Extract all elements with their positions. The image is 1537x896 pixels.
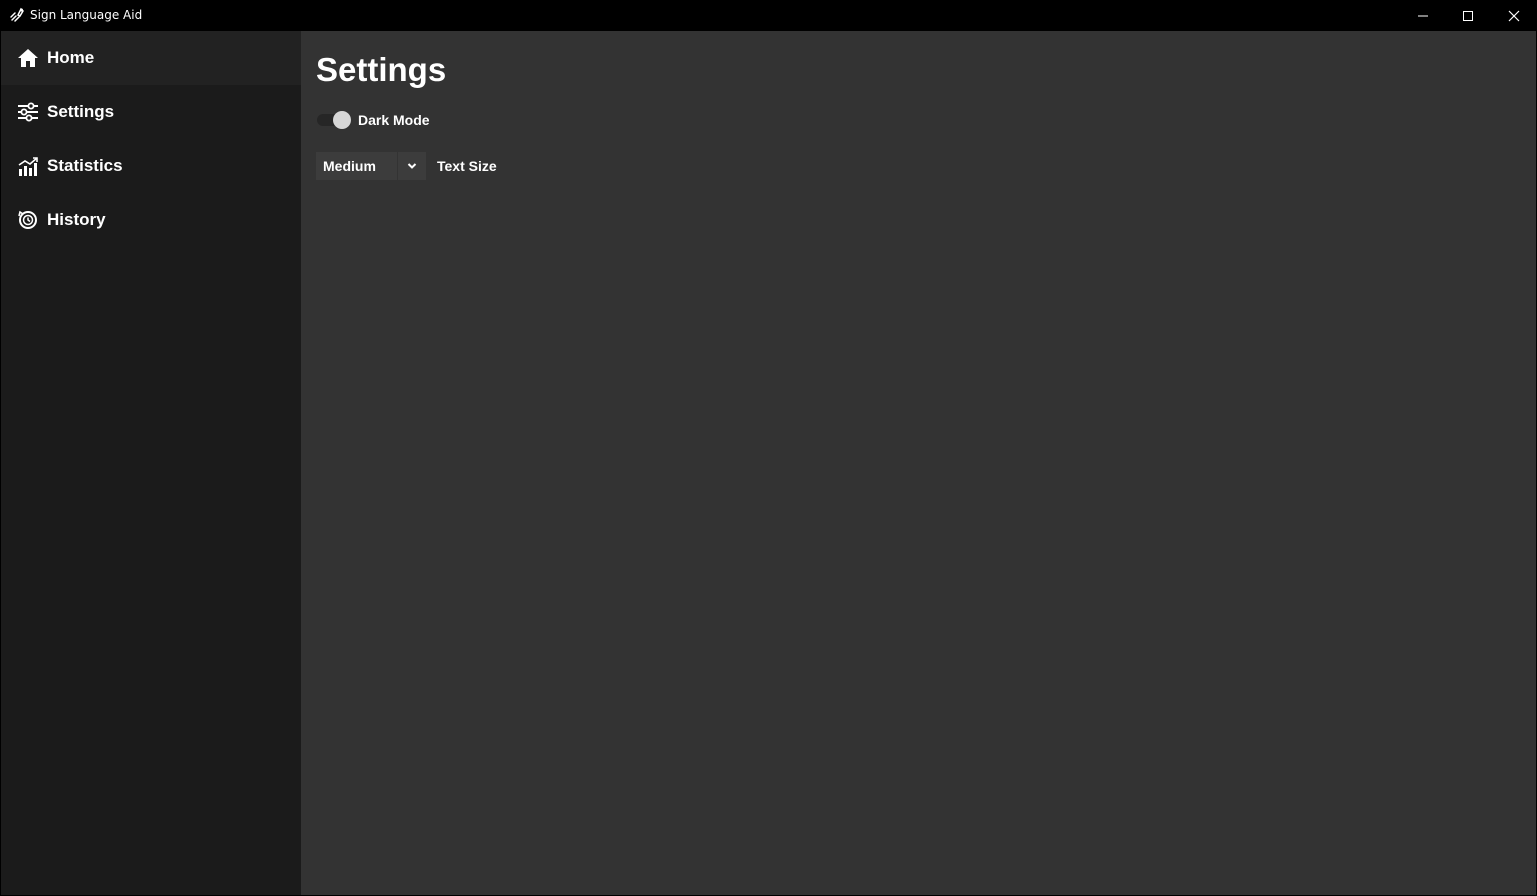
- minimize-button[interactable]: [1400, 0, 1446, 31]
- text-size-select[interactable]: Medium: [316, 152, 426, 180]
- sidebar-item-history[interactable]: History: [1, 193, 301, 247]
- sidebar-item-settings[interactable]: Settings: [1, 85, 301, 139]
- close-icon: [1508, 10, 1520, 21]
- history-icon: [17, 209, 39, 231]
- sign-language-icon: [9, 7, 25, 23]
- chart-icon: [17, 155, 39, 177]
- page-title: Settings: [316, 51, 447, 88]
- sidebar-item-label: History: [47, 210, 106, 229]
- sidebar-item-statistics[interactable]: Statistics: [1, 139, 301, 193]
- maximize-button[interactable]: [1445, 0, 1491, 31]
- sliders-icon: [17, 101, 39, 123]
- app-window: Sign Language Aid Home Settings Statisti…: [0, 0, 1537, 896]
- window-title: Sign Language Aid: [30, 8, 143, 22]
- close-button[interactable]: [1491, 0, 1537, 31]
- maximize-icon: [1463, 10, 1473, 21]
- settings-panel: Settings Dark Mode Medium Text Size: [301, 31, 1536, 895]
- sidebar-item-label: Statistics: [47, 156, 123, 175]
- text-size-value: Medium: [323, 158, 376, 174]
- text-size-label: Text Size: [437, 158, 497, 174]
- home-icon: [17, 47, 39, 69]
- sidebar-item-label: Home: [47, 48, 95, 67]
- toggle-knob: [333, 111, 351, 129]
- dark-mode-label: Dark Mode: [358, 112, 430, 128]
- chevron-down-icon[interactable]: [398, 152, 426, 180]
- dark-mode-toggle[interactable]: [317, 110, 353, 130]
- sidebar-item-home[interactable]: Home: [1, 31, 301, 85]
- sidebar-item-label: Settings: [47, 102, 115, 121]
- sidebar: Home Settings Statistics History: [1, 31, 301, 895]
- title-bar[interactable]: Sign Language Aid: [0, 0, 1537, 31]
- minimize-icon: [1418, 15, 1428, 16]
